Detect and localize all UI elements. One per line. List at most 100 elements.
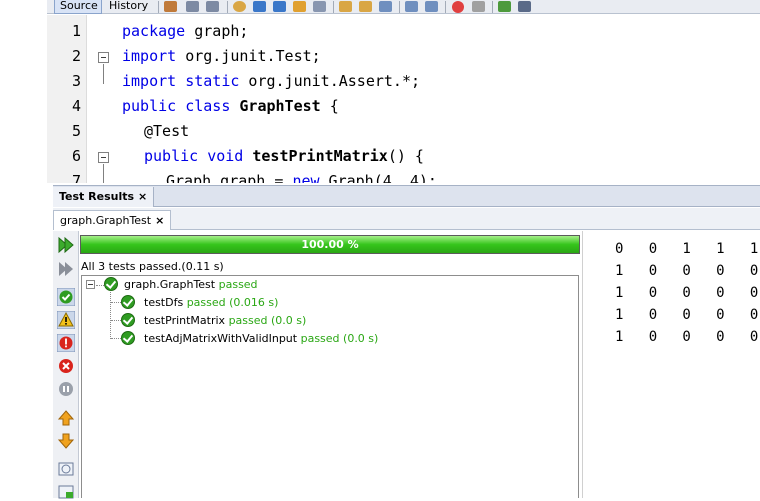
shift-left-icon[interactable]	[405, 1, 418, 12]
code-keyword: import	[122, 47, 177, 65]
find-icon[interactable]	[233, 1, 246, 12]
tree-node-suite[interactable]: graph.GraphTest passed	[124, 278, 258, 291]
toolbar-separator	[333, 1, 334, 13]
code-line: public void testPrintMatrix() {	[144, 147, 424, 165]
test-name: testDfs	[144, 296, 184, 309]
show-passed-icon[interactable]	[57, 288, 75, 306]
show-errors-icon[interactable]	[57, 357, 75, 375]
fold-line	[103, 164, 104, 183]
previous-bookmark-icon[interactable]	[339, 1, 352, 12]
close-icon[interactable]: ×	[138, 190, 147, 203]
test-output-panel[interactable]: 0 0 1 1 1 1 0 0 0 0 1 0 0 0 0 1 0 0 0 0 …	[582, 231, 760, 498]
output-icon[interactable]	[57, 483, 75, 501]
code-editor[interactable]: 1 2 3 4 5 6 7 package graph; import org.…	[47, 15, 760, 183]
collapse-toggle-icon[interactable]	[86, 280, 95, 289]
line-number-gutter: 1 2 3 4 5 6 7	[47, 15, 87, 183]
tab-suite[interactable]: graph.GraphTest ×	[53, 210, 172, 230]
fold-toggle-icon[interactable]	[98, 52, 109, 63]
output-window-tabbar: Test Results ×	[53, 185, 760, 207]
test-name: testAdjMatrixWithValidInput	[144, 332, 298, 345]
tree-line	[110, 292, 111, 339]
tree-node-test[interactable]: testAdjMatrixWithValidInput passed (0.0 …	[144, 332, 378, 345]
code-keyword: new	[292, 172, 320, 183]
find-next-icon[interactable]	[273, 1, 286, 12]
code-line: @Test	[144, 122, 189, 140]
code-line: import static org.junit.Assert.*;	[122, 72, 420, 90]
line-number: 4	[71, 97, 81, 115]
fold-line	[103, 64, 104, 84]
code-keyword: class	[176, 97, 231, 115]
code-keyword: package	[122, 22, 186, 40]
output-line: 1 0 0 0 0	[615, 263, 759, 279]
code-class-name: GraphTest	[230, 97, 321, 115]
code-line: package graph;	[122, 22, 248, 40]
code-text: graph;	[185, 22, 249, 40]
rerun-icon[interactable]	[57, 236, 75, 254]
test-summary: All 3 tests passed.(0.11 s)	[81, 260, 224, 273]
previous-failure-icon[interactable]	[57, 409, 75, 427]
tab-source[interactable]: Source	[54, 0, 102, 14]
code-text: org.junit.Test;	[176, 47, 321, 65]
show-aborted-icon[interactable]	[57, 380, 75, 398]
toolbar-separator	[158, 1, 159, 13]
toggle-bookmark-icon[interactable]	[379, 1, 392, 12]
start-macro-icon[interactable]	[452, 1, 464, 13]
line-number: 1	[71, 22, 81, 40]
output-line: 1 0 0 0 0	[615, 329, 759, 345]
code-line: Graph graph = new Graph(4, 4);	[166, 172, 437, 183]
uncomment-icon[interactable]	[518, 1, 531, 12]
next-failure-icon[interactable]	[57, 432, 75, 450]
forward-icon[interactable]	[206, 1, 219, 12]
code-keyword: public	[122, 97, 177, 115]
tab-test-results[interactable]: Test Results ×	[53, 187, 155, 207]
tab-history[interactable]: History	[104, 0, 152, 14]
code-text: Graph graph =	[166, 172, 293, 183]
tree-line	[96, 285, 104, 286]
code-keyword: void	[198, 147, 244, 165]
test-status: passed (0.0 s)	[300, 332, 379, 345]
test-name: testPrintMatrix	[144, 314, 226, 327]
tree-node-test[interactable]: testPrintMatrix passed (0.0 s)	[144, 314, 306, 327]
code-text: org.junit.Assert.*;	[239, 72, 421, 90]
last-edit-icon[interactable]	[164, 1, 177, 12]
line-number: 6	[71, 147, 81, 165]
code-annotation: @Test	[144, 122, 190, 140]
close-icon[interactable]: ×	[155, 214, 164, 227]
test-results-sidebar	[53, 231, 79, 501]
shift-right-icon[interactable]	[425, 1, 438, 12]
show-warnings-icon[interactable]	[57, 311, 75, 329]
comment-icon[interactable]	[498, 1, 511, 12]
test-results-tree[interactable]: graph.GraphTest passed testDfs passed (0…	[81, 275, 579, 498]
code-method-name: testPrintMatrix	[243, 147, 388, 165]
toolbar-separator	[227, 1, 228, 13]
code-keyword: import	[122, 72, 177, 90]
find-previous-icon[interactable]	[253, 1, 266, 12]
stop-macro-icon[interactable]	[472, 1, 485, 12]
output-line: 1 0 0 0 0	[615, 285, 759, 301]
test-status: passed (0.0 s)	[228, 314, 307, 327]
test-status: passed (0.016 s)	[186, 296, 279, 309]
tab-suite-label: graph.GraphTest	[60, 214, 152, 227]
rerun-failed-icon[interactable]	[57, 260, 75, 278]
passed-icon	[121, 331, 135, 345]
code-line: import org.junit.Test;	[122, 47, 321, 65]
code-text: () {	[387, 147, 424, 165]
code-text: {	[320, 97, 339, 115]
fold-toggle-icon[interactable]	[98, 152, 109, 163]
next-bookmark-icon[interactable]	[359, 1, 372, 12]
tree-node-test[interactable]: testDfs passed (0.016 s)	[144, 296, 278, 309]
output-line: 1 0 0 0 0	[615, 307, 759, 323]
back-icon[interactable]	[186, 1, 199, 12]
line-number: 5	[71, 122, 81, 140]
tree-line	[111, 302, 121, 303]
editor-toolbar: Source History	[47, 0, 760, 14]
passed-icon	[104, 277, 118, 291]
statistics-icon[interactable]	[57, 460, 75, 478]
line-number: 3	[71, 72, 81, 90]
toolbar-separator	[399, 1, 400, 13]
toggle-selection-icon[interactable]	[313, 1, 326, 12]
suite-tabbar: graph.GraphTest ×	[53, 208, 760, 230]
show-failures-icon[interactable]	[57, 334, 75, 352]
test-progress-bar: 100.00 %	[80, 235, 580, 254]
toggle-highlight-icon[interactable]	[293, 1, 306, 12]
